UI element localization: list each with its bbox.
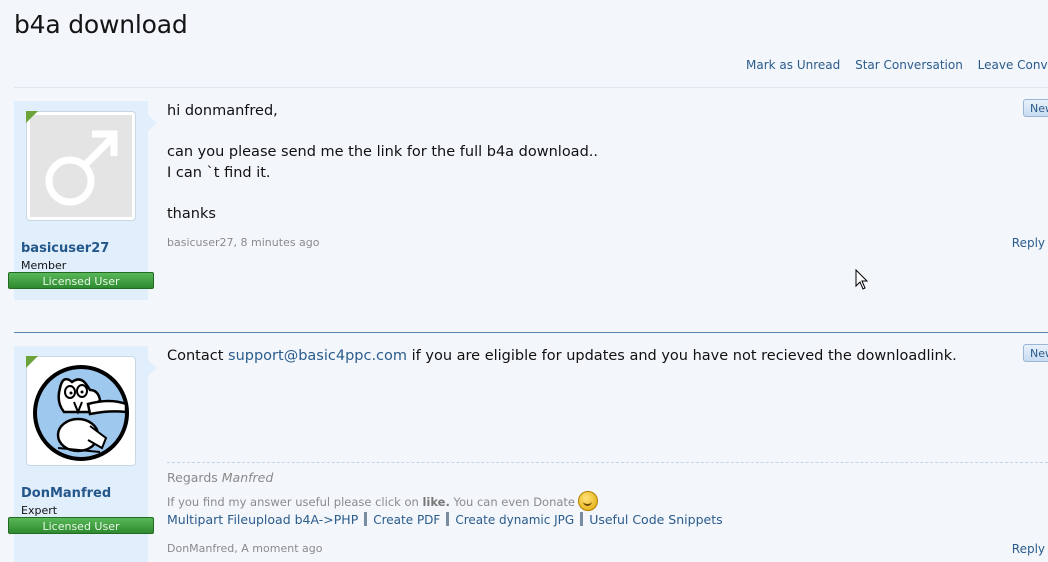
avatar[interactable] [26,356,136,466]
online-indicator [26,356,38,368]
message-post: basicuser27 Member Licensed User hi donm… [8,99,1048,300]
message-line: thanks [167,205,216,222]
page-title: b4a download [14,10,188,39]
signature-divider [167,462,1048,463]
licensed-user-badge: Licensed User [8,517,154,534]
smiley-icon [578,491,599,511]
message-content: hi donmanfred, can you please send me th… [167,101,997,224]
conversation-actions: Mark as Unread Star Conversation Leave C… [746,58,1048,72]
reply-link[interactable]: Reply [1012,236,1045,250]
message-content: Contact support@basic4ppc.com if you are… [167,346,997,367]
user-info-panel: DonManfred Expert Licensed User [8,346,154,562]
separator [364,512,368,526]
panel-arrow [148,360,157,376]
default-male-avatar-icon [30,115,132,217]
separator [580,512,584,526]
message-meta: basicuser27, 8 minutes ago [167,236,320,249]
panel-arrow [148,115,157,131]
separator [446,512,450,526]
reply-link[interactable]: Reply [1012,542,1045,556]
user-info-panel: basicuser27 Member Licensed User [8,101,154,300]
message-line: I can `t find it. [167,164,271,181]
avatar[interactable] [26,111,136,221]
new-button[interactable]: New [1023,99,1048,117]
signature-link[interactable]: Useful Code Snippets [589,512,722,527]
header-divider [14,87,1048,88]
user-title: Expert [21,504,58,517]
signature-regards: Regards Manfred [167,470,274,485]
message-line: Contact support@basic4ppc.com if you are… [167,348,957,364]
message-post: DonManfred Expert Licensed User Contact … [8,344,1048,562]
mark-as-unread-link[interactable]: Mark as Unread [746,58,840,72]
licensed-user-badge: Licensed User [8,272,154,289]
signature-donate-text: If you find my answer useful please clic… [167,491,599,511]
username-link[interactable]: basicuser27 [21,241,109,256]
signature-link[interactable]: Create PDF [373,513,440,527]
online-indicator [26,111,38,123]
signature-link[interactable]: Multipart Fileupload b4A->PHP [167,512,358,527]
email-link[interactable]: support@basic4ppc.com [228,348,407,364]
message-line: hi donmanfred, [167,103,278,119]
mouse-cursor-icon [855,269,869,290]
cat-cartoon-avatar-icon [30,360,132,462]
message-meta: DonManfred, A moment ago [167,542,323,555]
username-link[interactable]: DonManfred [21,486,111,501]
signature-links: Multipart Fileupload b4A->PHP Create PDF C… [167,512,723,527]
user-title: Member [21,259,67,272]
star-conversation-link[interactable]: Star Conversation [855,58,963,72]
new-button[interactable]: New [1023,344,1048,362]
message-line: can you please send me the link for the … [167,144,598,160]
signature-link[interactable]: Create dynamic JPG [455,513,574,527]
message-divider [14,332,1048,333]
leave-conversation-link[interactable]: Leave Conversatio [978,58,1048,72]
